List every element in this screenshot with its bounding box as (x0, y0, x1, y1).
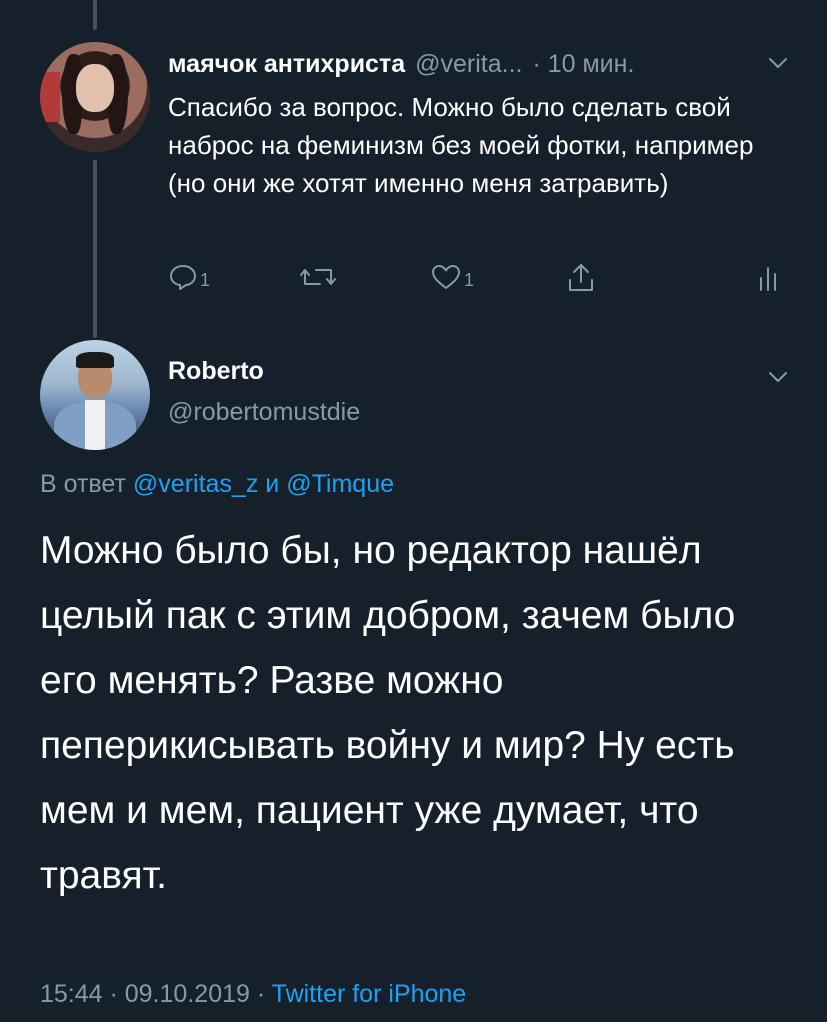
tweet1-text: Спасибо за вопрос. Можно было сделать св… (168, 92, 754, 198)
avatar-mayachok[interactable] (40, 42, 150, 152)
avatar-background (40, 72, 60, 122)
tweet1-header: маячок антихриста @verita... · 10 мин. (168, 44, 634, 84)
tweet1-author-handle[interactable]: @verita... (415, 50, 522, 79)
share-icon (566, 262, 596, 294)
share-button[interactable] (566, 262, 596, 294)
tweet1-time[interactable]: · 10 мин. (532, 50, 634, 79)
avatar-hair (76, 352, 114, 368)
tweet2-meta: 15:44 · 09.10.2019 · Twitter for iPhone (40, 980, 466, 1009)
like-icon (430, 262, 462, 292)
avatar-shirt (85, 400, 105, 450)
reply-to-line: В ответ @veritas_z и @Timque (40, 470, 394, 499)
retweet-button[interactable] (298, 262, 340, 292)
tweet1-author-name[interactable]: маячок антихриста (168, 50, 405, 79)
tweet2-author-name[interactable]: Roberto (168, 357, 264, 386)
mention-link[interactable]: @Timque (286, 470, 394, 498)
tweet2-timestamp[interactable]: 15:44 · 09.10.2019 · (40, 980, 265, 1008)
like-count: 1 (464, 269, 475, 290)
analytics-button[interactable] (758, 262, 778, 292)
reply-prefix: В ответ (40, 470, 126, 498)
reply-button[interactable]: 1 (168, 262, 210, 292)
chevron-down-icon[interactable] (767, 52, 789, 74)
tweet2-text: Можно было бы, но редактор нашёл целый п… (40, 529, 736, 897)
reply-count: 1 (200, 269, 211, 290)
thread-line (93, 160, 97, 338)
thread-line-top (93, 0, 97, 30)
analytics-icon (758, 262, 778, 292)
reply-icon (168, 262, 198, 292)
reply-conjunction: и (265, 470, 280, 498)
avatar-face (76, 64, 114, 112)
tweet1-actions: 1 1 (168, 262, 788, 298)
avatar-roberto[interactable] (40, 340, 150, 450)
tweet2-author-handle[interactable]: @robertomustdie (168, 398, 360, 427)
tweet2-source[interactable]: Twitter for iPhone (272, 980, 467, 1008)
retweet-icon (298, 262, 338, 292)
like-button[interactable]: 1 (430, 262, 474, 292)
tweet-thread: маячок антихриста @verita... · 10 мин. С… (0, 0, 827, 1022)
mention-link[interactable]: @veritas_z (133, 470, 258, 498)
chevron-down-icon[interactable] (767, 366, 789, 388)
